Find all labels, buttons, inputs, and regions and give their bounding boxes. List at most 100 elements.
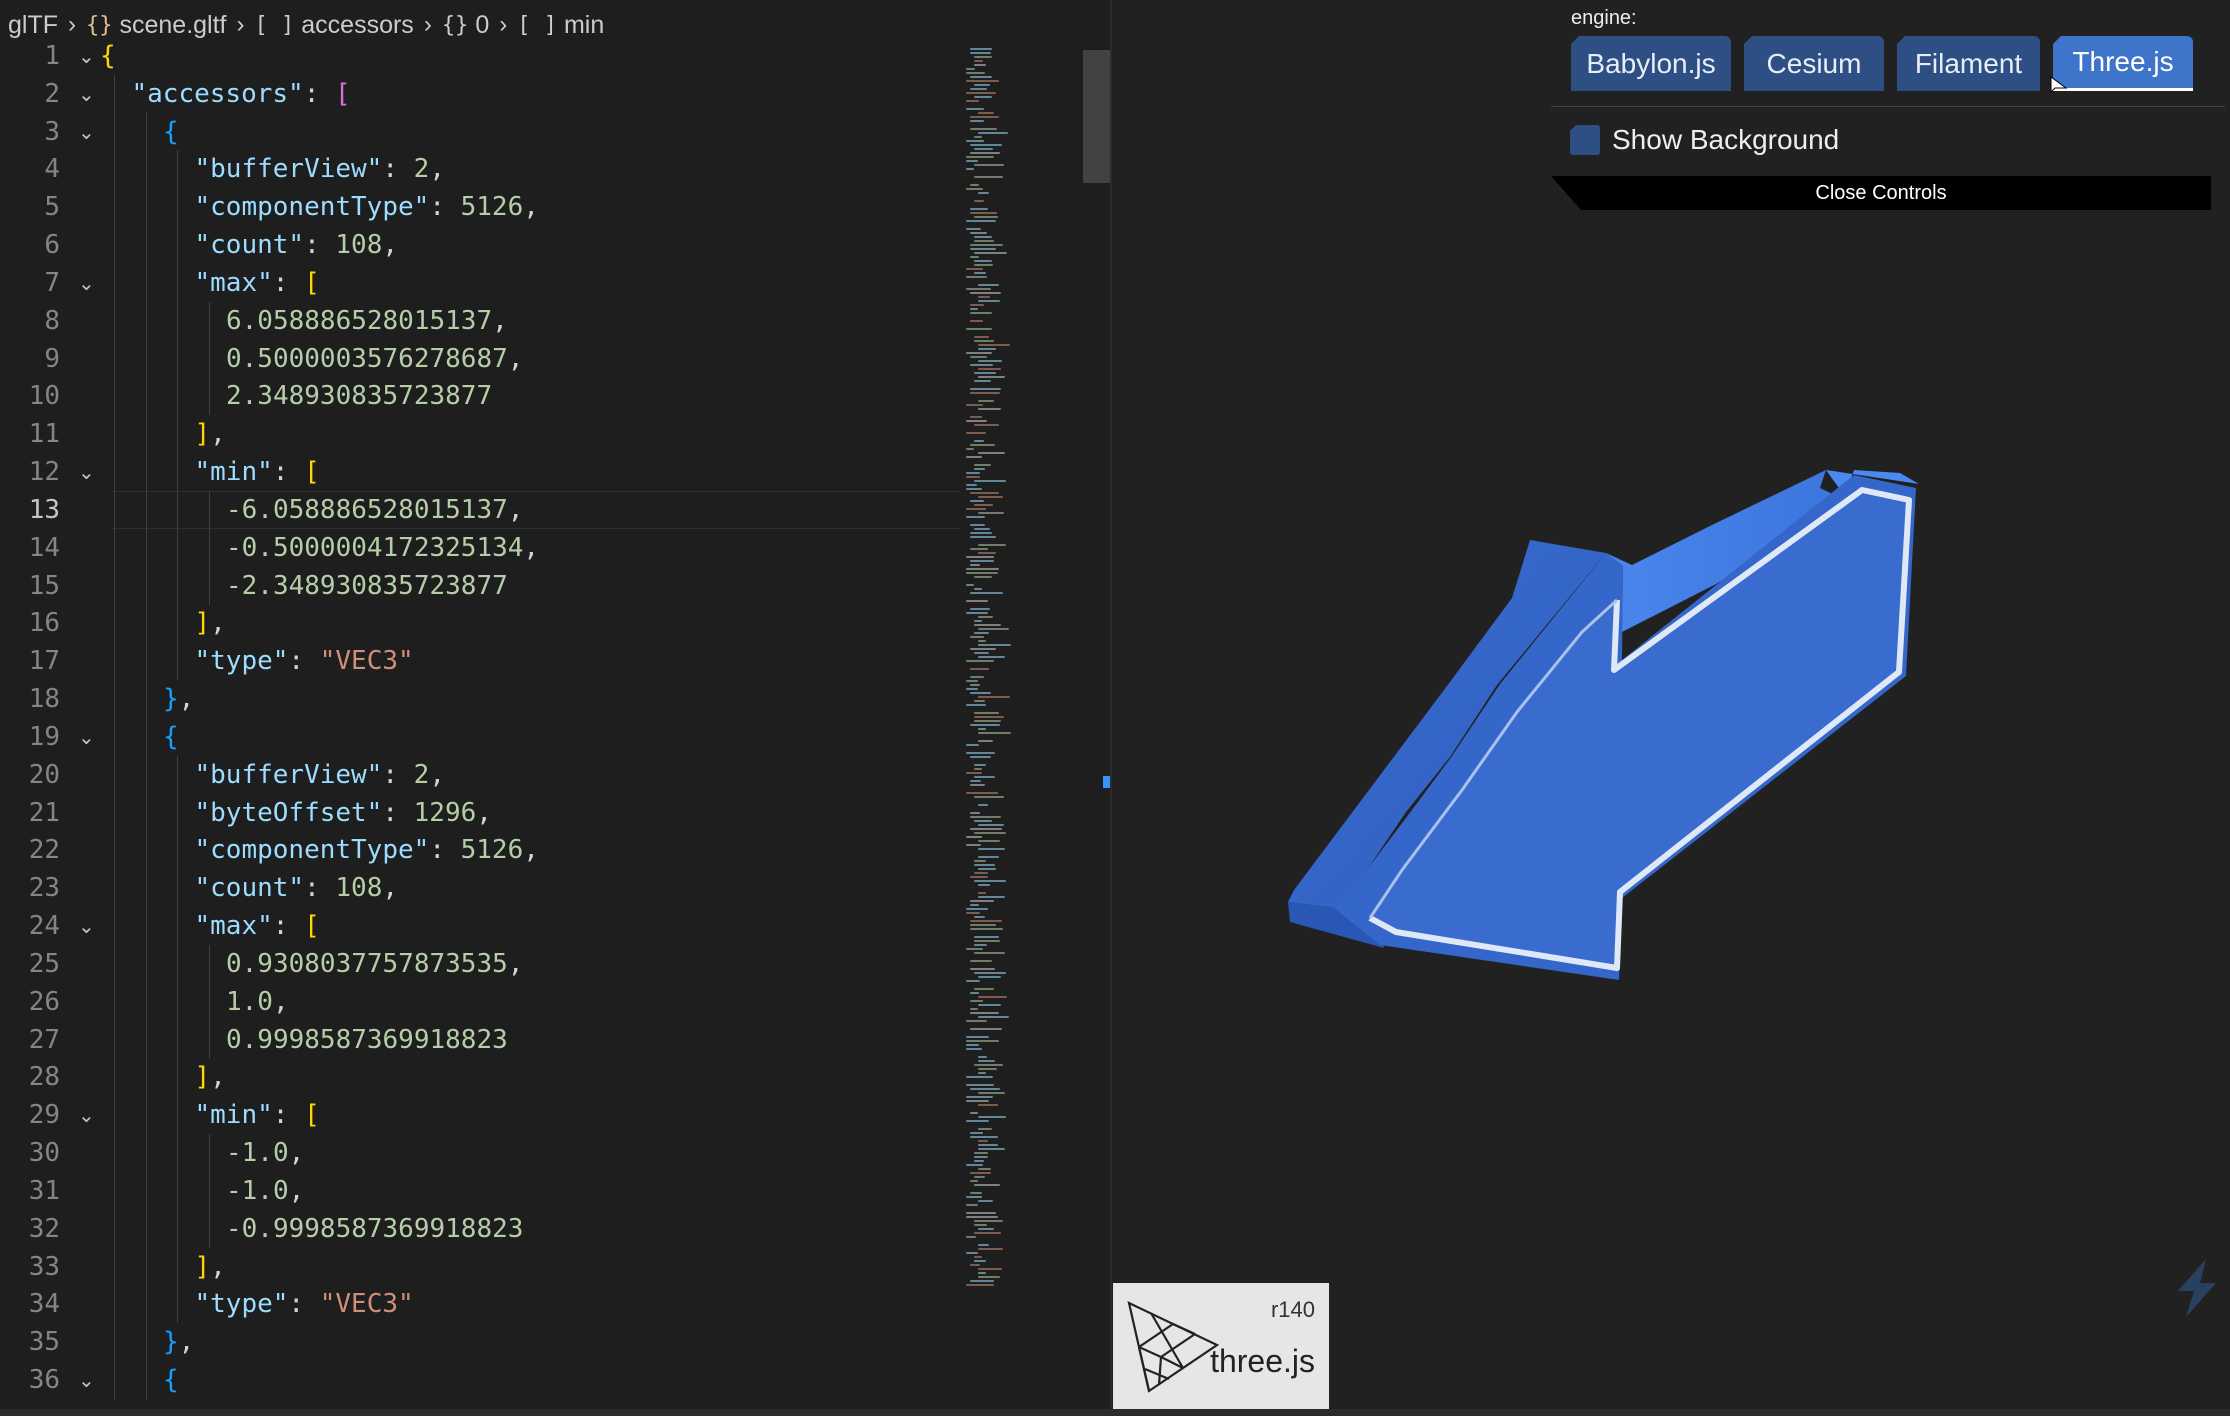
fold-chevron-icon[interactable]: ⌄ <box>78 718 95 756</box>
code-line[interactable]: 30 -1.0, <box>0 1134 960 1173</box>
breadcrumb-item-scene-gltf[interactable]: {} scene.gltf <box>86 11 227 40</box>
show-background-toggle[interactable]: Show Background <box>1570 124 1839 156</box>
minimap-line <box>966 420 987 422</box>
divider <box>1551 106 2225 107</box>
fold-chevron-icon[interactable]: ⌄ <box>78 907 95 945</box>
minimap-line <box>974 632 989 634</box>
code-line[interactable]: 31 -1.0, <box>0 1171 960 1210</box>
code-line[interactable]: 5 "componentType": 5126, <box>0 188 960 227</box>
code-token: "bufferView" <box>194 154 383 185</box>
code-line[interactable]: 2 ⌄ "accessors": [ <box>0 74 960 113</box>
code-line[interactable]: 28], <box>0 1058 960 1097</box>
minimap-line <box>978 1128 992 1130</box>
indent-guide <box>114 869 115 908</box>
engine-button-threejs[interactable]: Three.js <box>2053 36 2193 91</box>
code-line[interactable]: 10 2.348930835723877 <box>0 377 960 416</box>
fold-chevron-icon[interactable]: ⌄ <box>78 1096 95 1134</box>
minimap-line <box>966 488 982 490</box>
fold-chevron-icon[interactable]: ⌄ <box>78 1361 95 1399</box>
code-text: -1.0, <box>226 1134 304 1172</box>
code-line[interactable]: 26 1.0, <box>0 982 960 1021</box>
minimap-line <box>978 740 993 742</box>
code-line[interactable]: 25 0.9308037757873535, <box>0 944 960 983</box>
minimap-line <box>978 1092 1005 1094</box>
chevron-right-icon: › <box>423 11 432 38</box>
code-line[interactable]: 35}, <box>0 1323 960 1362</box>
minimap-line <box>974 588 982 590</box>
minimap-line <box>978 824 1004 826</box>
breadcrumb-item-accessors[interactable]: [ ] accessors <box>255 11 414 40</box>
minimap-slider[interactable] <box>1083 50 1112 183</box>
fold-chevron-icon[interactable]: ⌄ <box>78 113 95 151</box>
code-line[interactable]: 7 ⌄ "max": [ <box>0 263 960 302</box>
show-background-checkbox[interactable] <box>1570 125 1600 155</box>
minimap[interactable] <box>960 48 1085 1348</box>
fold-chevron-icon[interactable]: ⌄ <box>78 75 95 113</box>
code-line[interactable]: 19 ⌄ { <box>0 717 960 756</box>
code-text: "min": [ <box>195 453 320 491</box>
code-line[interactable]: 33], <box>0 1247 960 1286</box>
indent-guide <box>145 453 147 492</box>
indent-guide <box>208 301 210 340</box>
stackblitz-icon[interactable] <box>2172 1253 2228 1323</box>
code-line[interactable]: 16], <box>0 604 960 643</box>
minimap-line <box>978 376 1005 378</box>
minimap-line <box>970 564 980 566</box>
code-line[interactable]: 29 ⌄ "min": [ <box>0 1096 960 1135</box>
breadcrumb-item-gltf[interactable]: glTF <box>8 11 58 40</box>
indent-guide <box>145 150 147 189</box>
code-text: "type": "VEC3" <box>195 642 414 680</box>
minimap-line <box>970 1136 998 1138</box>
minimap-line <box>966 568 999 570</box>
code-line[interactable]: 15 -2.348930835723877 <box>0 566 960 605</box>
threejs-badge[interactable]: r140 three.js <box>1113 1283 1329 1409</box>
code-lines[interactable]: 1 ⌄{2 ⌄ "accessors": [3 ⌄{4 "bufferView": 2, 5… <box>0 41 960 1416</box>
minimap-line <box>970 960 992 962</box>
indent-guide <box>145 1209 147 1248</box>
code-line[interactable]: 14 -0.5000004172325134, <box>0 528 960 567</box>
code-line[interactable]: 3 ⌄ { <box>0 112 960 151</box>
line-number: 7 <box>44 267 60 298</box>
code-line[interactable]: 12 ⌄ "min": [ <box>0 453 960 492</box>
minimap-line <box>966 836 982 838</box>
code-editor[interactable]: glTF › {} scene.gltf › [ ] accessors › {} 0… <box>0 0 1112 1416</box>
code-line[interactable]: 9 0.5000003576278687, <box>0 339 960 378</box>
engine-selector: Babylon.js Cesium Filament Three.js <box>1571 36 2193 91</box>
code-line[interactable]: 21 "byteOffset": 1296, <box>0 793 960 832</box>
code-line[interactable]: 18}, <box>0 680 960 719</box>
arrow-3d-model[interactable] <box>1112 0 2230 1416</box>
code-text: 6.058886528015137, <box>226 302 508 340</box>
code-token: , <box>210 1062 226 1093</box>
code-token: "max" <box>194 267 273 298</box>
fold-chevron-icon[interactable]: ⌄ <box>78 264 95 302</box>
breadcrumb-label: scene.gltf <box>119 10 227 39</box>
code-line[interactable]: 22 "componentType": 5126, <box>0 831 960 870</box>
code-line[interactable]: 6 "count": 108, <box>0 226 960 265</box>
minimap-line <box>966 72 985 74</box>
code-line[interactable]: 32 -0.9998587369918823 <box>0 1209 960 1248</box>
minimap-line <box>974 952 1005 954</box>
code-line[interactable]: 11], <box>0 415 960 454</box>
line-number: 22 <box>28 835 60 866</box>
code-line[interactable]: 8 6.058886528015137, <box>0 301 960 340</box>
model-viewer[interactable]: engine: Babylon.js Cesium Filament Three… <box>1112 0 2230 1416</box>
code-line[interactable]: 24 ⌄ "max": [ <box>0 907 960 946</box>
code-line[interactable]: 13 -6.058886528015137, <box>0 490 960 529</box>
engine-button-filament[interactable]: Filament <box>1897 36 2040 91</box>
engine-button-cesium[interactable]: Cesium <box>1744 36 1884 91</box>
code-line[interactable]: 36 ⌄ { <box>0 1361 960 1400</box>
code-line[interactable]: 23 "count": 108, <box>0 869 960 908</box>
breadcrumb-item-min[interactable]: [ ] min <box>517 11 604 40</box>
minimap-line <box>978 408 1001 410</box>
code-line[interactable]: 4 "bufferView": 2, <box>0 150 960 189</box>
code-line[interactable]: 1 ⌄{ <box>0 37 960 75</box>
close-controls-button[interactable]: Close Controls <box>1551 176 2211 210</box>
breadcrumb-item-0[interactable]: {} 0 <box>442 11 489 40</box>
code-line[interactable]: 27 0.9998587369918823 <box>0 1020 960 1059</box>
code-line[interactable]: 17 "type": "VEC3" <box>0 642 960 681</box>
code-line[interactable]: 34 "type": "VEC3" <box>0 1285 960 1324</box>
engine-button-babylonjs[interactable]: Babylon.js <box>1571 36 1731 91</box>
fold-chevron-icon[interactable]: ⌄ <box>78 37 95 75</box>
code-line[interactable]: 20 "bufferView": 2, <box>0 755 960 794</box>
fold-chevron-icon[interactable]: ⌄ <box>78 453 95 491</box>
